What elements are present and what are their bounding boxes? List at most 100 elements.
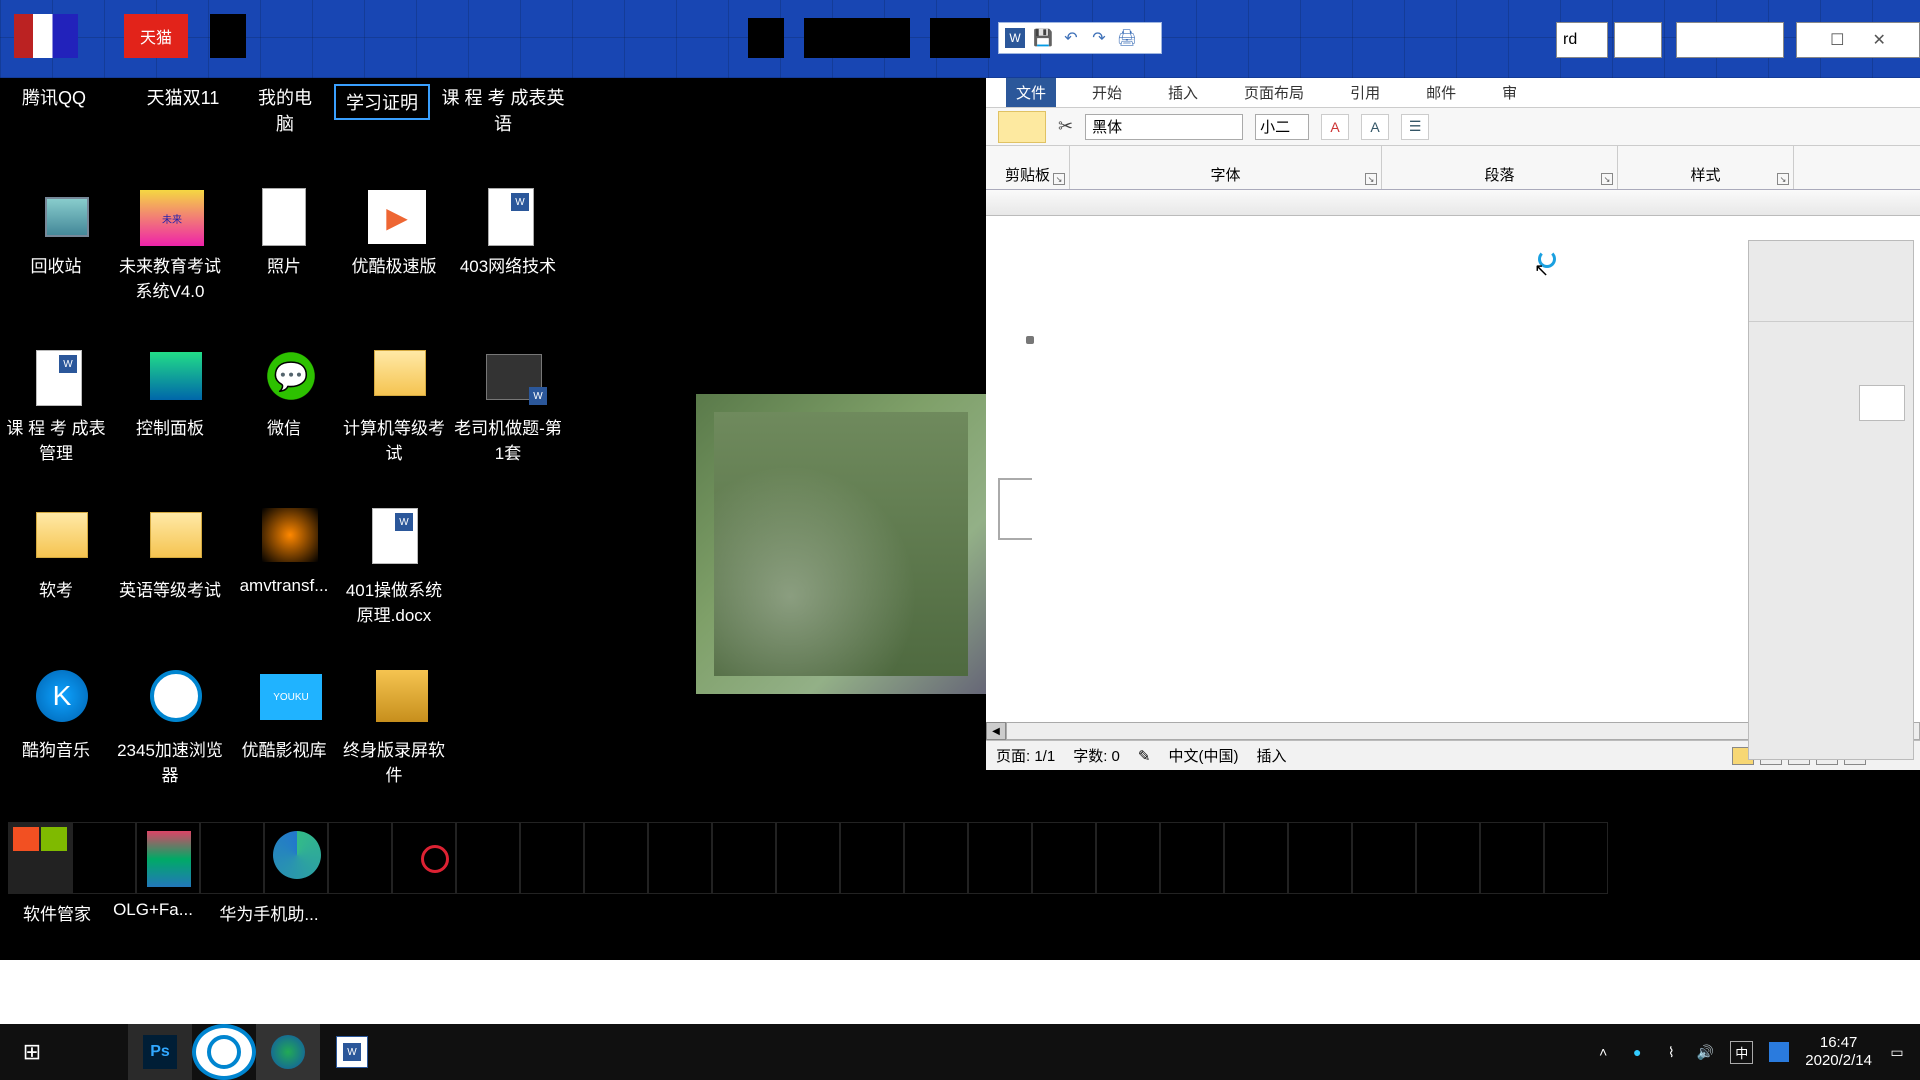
- film-blank[interactable]: [904, 822, 968, 894]
- status-wordcount[interactable]: 字数: 0: [1073, 745, 1120, 766]
- youku-lib-icon[interactable]: YOUKU: [260, 674, 322, 720]
- tray-user-icon[interactable]: [1769, 1042, 1789, 1062]
- kugou-icon[interactable]: K: [36, 670, 88, 722]
- close-icon[interactable]: ✕: [1872, 30, 1885, 50]
- desktop-icon-study-cert[interactable]: 学习证明: [334, 84, 430, 120]
- status-page[interactable]: 页面: 1/1: [996, 745, 1055, 766]
- ncre-folder-icon[interactable]: [374, 350, 426, 396]
- dialog-launcher-icon[interactable]: ↘: [1777, 173, 1789, 185]
- start-button[interactable]: ⊞: [0, 1024, 64, 1080]
- tab-review[interactable]: 审: [1492, 78, 1527, 107]
- film-blank[interactable]: [1224, 822, 1288, 894]
- status-language[interactable]: 中文(中国): [1168, 745, 1238, 766]
- film-blank[interactable]: [840, 822, 904, 894]
- huawei-assist-icon[interactable]: [264, 822, 328, 894]
- tab-file[interactable]: 文件: [1006, 78, 1056, 107]
- desktop-icon-tmall11[interactable]: 天猫双11: [130, 84, 236, 110]
- taskbar-clock[interactable]: 16:47 2020/2/14: [1805, 1034, 1872, 1070]
- film-blank[interactable]: [1416, 822, 1480, 894]
- film-blank[interactable]: [968, 822, 1032, 894]
- taskbar-photoshop[interactable]: Ps: [128, 1024, 192, 1080]
- film-blank-2[interactable]: [200, 822, 264, 894]
- save-icon[interactable]: 💾: [1033, 28, 1053, 48]
- film-blank[interactable]: [1160, 822, 1224, 894]
- recycle-bin-icon[interactable]: [38, 192, 96, 242]
- action-center-icon[interactable]: ▭: [1888, 1043, 1906, 1061]
- font-name-select[interactable]: [1085, 114, 1243, 140]
- word-icon[interactable]: W: [1005, 28, 1025, 48]
- dialog-launcher-icon[interactable]: ↘: [1053, 173, 1065, 185]
- clear-format-icon[interactable]: A: [1321, 114, 1349, 140]
- dialog-launcher-icon[interactable]: ↘: [1365, 173, 1377, 185]
- volume-icon[interactable]: 🔊: [1696, 1043, 1714, 1061]
- film-blank-3[interactable]: [328, 822, 392, 894]
- film-blank[interactable]: [1480, 822, 1544, 894]
- film-blank[interactable]: [648, 822, 712, 894]
- ruler[interactable]: [986, 190, 1920, 216]
- print-icon[interactable]: 🖨: [1117, 28, 1137, 48]
- tab-mailings[interactable]: 邮件: [1416, 78, 1466, 107]
- photo-icon[interactable]: [262, 188, 306, 246]
- film-blank[interactable]: [1352, 822, 1416, 894]
- w403-icon[interactable]: W: [488, 188, 534, 246]
- font-size-select[interactable]: [1255, 114, 1309, 140]
- taskbar-word[interactable]: W: [320, 1024, 384, 1080]
- tab-insert[interactable]: 插入: [1158, 78, 1208, 107]
- taskbar-globe-app[interactable]: [256, 1024, 320, 1080]
- film-blank-1[interactable]: [72, 822, 136, 894]
- driver-quiz-icon[interactable]: W: [486, 354, 542, 400]
- ruankao-icon[interactable]: [36, 512, 88, 558]
- desktop-icon-mypc[interactable]: 我的电脑: [250, 84, 320, 136]
- list-icon[interactable]: ☰: [1401, 114, 1429, 140]
- wifi-icon[interactable]: ⌇: [1662, 1043, 1680, 1061]
- desktop-icon-course-score-eng[interactable]: 课 程 考 成表英语: [438, 84, 568, 136]
- tmall-icon[interactable]: 天猫: [124, 14, 188, 58]
- scroll-left-icon[interactable]: ◀: [986, 722, 1006, 740]
- cut-icon[interactable]: ✂: [1058, 116, 1073, 137]
- undo-icon[interactable]: ↶: [1061, 28, 1081, 48]
- redo-icon[interactable]: ↷: [1089, 28, 1109, 48]
- wechat-icon[interactable]: 💬: [262, 350, 320, 402]
- video-thumbnail[interactable]: [696, 394, 986, 694]
- youku-fast-icon[interactable]: ▶: [368, 190, 426, 244]
- software-manager-icon[interactable]: [8, 822, 72, 894]
- 2345-browser-label: 2345加速浏览器: [114, 736, 226, 786]
- spellcheck-icon[interactable]: ✎: [1138, 747, 1151, 765]
- recorder-icon[interactable]: [392, 822, 456, 894]
- future-edu-icon[interactable]: 未来: [140, 190, 204, 246]
- desktop-icon-qq[interactable]: 腾讯QQ: [14, 84, 94, 110]
- olg-fa-icon[interactable]: [136, 822, 200, 894]
- film-blank[interactable]: [1032, 822, 1096, 894]
- tray-sync-icon[interactable]: ●: [1628, 1043, 1646, 1061]
- paste-button[interactable]: [998, 111, 1046, 143]
- tab-references[interactable]: 引用: [1340, 78, 1390, 107]
- film-blank[interactable]: [1096, 822, 1160, 894]
- amvtransf-icon[interactable]: [262, 508, 318, 562]
- tab-home[interactable]: 开始: [1082, 78, 1132, 107]
- w401-icon[interactable]: W: [372, 508, 418, 564]
- dialog-launcher-icon[interactable]: ↘: [1601, 173, 1613, 185]
- maximize-icon[interactable]: ☐: [1830, 30, 1844, 50]
- film-blank[interactable]: [1288, 822, 1352, 894]
- course-mgmt-icon[interactable]: W: [36, 350, 82, 406]
- control-panel-icon[interactable]: [150, 352, 202, 400]
- film-blank[interactable]: [712, 822, 776, 894]
- ime-indicator[interactable]: 中: [1730, 1041, 1753, 1064]
- film-blank[interactable]: [1544, 822, 1608, 894]
- eng-exam-icon[interactable]: [150, 512, 202, 558]
- header-black-1: [748, 18, 784, 58]
- tab-pagelayout[interactable]: 页面布局: [1234, 78, 1314, 107]
- taskbar-edge[interactable]: [192, 1024, 256, 1080]
- font-box-icon[interactable]: A: [1361, 114, 1389, 140]
- screen-rec-icon[interactable]: [376, 670, 428, 722]
- film-blank[interactable]: [776, 822, 840, 894]
- right-panel-box[interactable]: [1859, 385, 1905, 421]
- film-blank[interactable]: [520, 822, 584, 894]
- status-mode[interactable]: 插入: [1256, 745, 1286, 766]
- film-blank[interactable]: [584, 822, 648, 894]
- film-blank[interactable]: [456, 822, 520, 894]
- 2345-browser-icon[interactable]: [150, 670, 202, 722]
- task-view-icon[interactable]: [64, 1024, 128, 1080]
- tray-chevron-up-icon[interactable]: ˄: [1594, 1043, 1612, 1061]
- flag-icon[interactable]: [14, 14, 78, 58]
